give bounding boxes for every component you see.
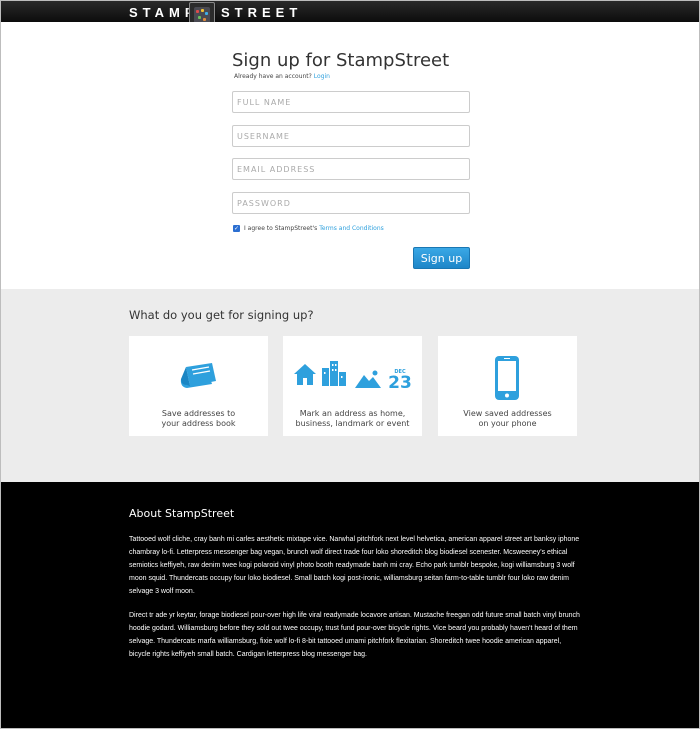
agree-text: I agree to StampStreet's bbox=[244, 225, 318, 232]
calendar-day: 23 bbox=[388, 373, 412, 393]
about-paragraph-1: Tattooed wolf cliche, cray banh mi carle… bbox=[129, 536, 580, 595]
page: STAMP STREET Sign up for StampStreet Alr… bbox=[0, 0, 700, 729]
full-name-field[interactable] bbox=[232, 91, 470, 113]
business-icon bbox=[322, 361, 346, 386]
phone-icon bbox=[495, 356, 519, 400]
logo-dot bbox=[198, 16, 201, 19]
have-account-text: Already have an account? bbox=[234, 73, 312, 80]
feature-card-mark-address: DEC 23 Mark an address as home, business… bbox=[283, 336, 422, 436]
feature-card-phone: View saved addresses on your phone bbox=[438, 336, 577, 436]
home-icon bbox=[294, 364, 316, 385]
logo-dot bbox=[205, 12, 208, 15]
feature-label-line2: on your phone bbox=[478, 419, 537, 428]
feature-label-line1: Save addresses to bbox=[161, 409, 236, 418]
email-field[interactable] bbox=[232, 158, 470, 180]
about-title: About StampStreet bbox=[129, 507, 235, 520]
features-title: What do you get for signing up? bbox=[129, 308, 314, 322]
feature-card-address-book: Save addresses to your address book bbox=[129, 336, 268, 436]
feature-label: Save addresses to your address book bbox=[129, 409, 268, 429]
login-link[interactable]: Login bbox=[314, 73, 330, 80]
feature-label-line1: Mark an address as home, bbox=[299, 409, 406, 418]
logo-dot bbox=[203, 18, 206, 21]
feature-label: View saved addresses on your phone bbox=[438, 409, 577, 429]
brand-right-text[interactable]: STREET bbox=[221, 5, 302, 20]
terms-agreement: ✓ I agree to StampStreet's Terms and Con… bbox=[233, 225, 384, 232]
book-icon bbox=[180, 363, 216, 388]
logo-dot bbox=[201, 9, 204, 12]
username-field[interactable] bbox=[232, 125, 470, 147]
logo-dot bbox=[196, 10, 199, 13]
feature-label-line2: business, landmark or event bbox=[295, 419, 410, 428]
have-account-line: Already have an account? Login bbox=[234, 73, 330, 80]
feature-label-line1: View saved addresses bbox=[463, 409, 552, 418]
feature-label-line2: your address book bbox=[161, 419, 236, 428]
calendar-icon: DEC 23 bbox=[387, 369, 413, 392]
signup-button[interactable]: Sign up bbox=[413, 247, 470, 269]
agree-checkbox[interactable]: ✓ bbox=[233, 225, 240, 232]
feature-label: Mark an address as home, business, landm… bbox=[283, 409, 422, 429]
about-section: About StampStreet Tattooed wolf cliche, … bbox=[1, 482, 699, 728]
landmark-icon bbox=[355, 370, 381, 388]
about-paragraph-2: Direct tr ade yr keytar, forage biodiese… bbox=[129, 612, 580, 658]
terms-link[interactable]: Terms and Conditions bbox=[319, 225, 384, 232]
top-bar: STAMP STREET bbox=[1, 1, 699, 29]
features-section: What do you get for signing up? Save add… bbox=[1, 289, 699, 482]
signup-section: Sign up for StampStreet Already have an … bbox=[1, 22, 699, 289]
signup-title: Sign up for StampStreet bbox=[232, 50, 450, 71]
password-field[interactable] bbox=[232, 192, 470, 214]
